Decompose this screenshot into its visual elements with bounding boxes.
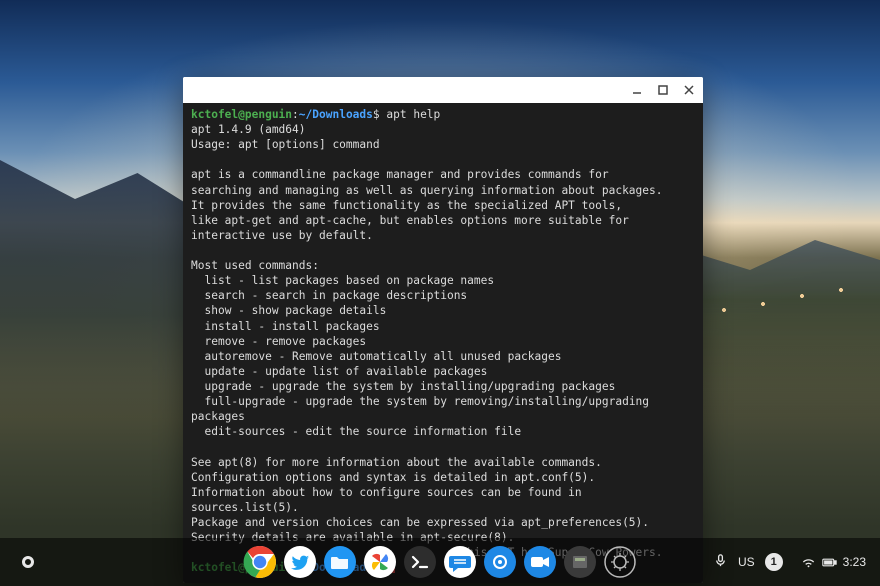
tray-clock: 3:23 xyxy=(843,555,866,569)
window-maximize-button[interactable] xyxy=(655,82,671,98)
desktop-wallpaper: kctofel@penguin:~/Downloads$ apt help ap… xyxy=(0,0,880,586)
prompt-separator: : xyxy=(292,108,299,121)
terminal-output: apt 1.4.9 (amd64) Usage: apt [options] c… xyxy=(191,123,663,559)
video-icon xyxy=(522,544,558,580)
shelf: US 1 3:23 xyxy=(0,538,880,586)
app-photos[interactable] xyxy=(362,544,398,580)
system-tray: US 1 3:23 xyxy=(713,551,874,574)
app-outline[interactable] xyxy=(602,544,638,580)
twitter-icon xyxy=(282,544,318,580)
notification-count: 1 xyxy=(771,556,777,568)
app-terminal[interactable] xyxy=(402,544,438,580)
window-titlebar[interactable] xyxy=(183,77,703,103)
app-twitter[interactable] xyxy=(282,544,318,580)
shelf-app-row xyxy=(242,544,638,580)
prompt-symbol: $ xyxy=(373,108,380,121)
app-explore[interactable] xyxy=(482,544,518,580)
tray-mic-icon[interactable] xyxy=(713,553,728,571)
photos-icon xyxy=(362,544,398,580)
files-icon xyxy=(322,544,358,580)
prompt-path: ~/Downloads xyxy=(299,108,373,121)
terminal-command: apt help xyxy=(386,108,440,121)
chrome-icon xyxy=(242,544,278,580)
window-minimize-button[interactable] xyxy=(629,82,645,98)
launcher-button[interactable] xyxy=(10,544,46,580)
terminal-icon xyxy=(402,544,438,580)
app-files[interactable] xyxy=(322,544,358,580)
terminal-window: kctofel@penguin:~/Downloads$ apt help ap… xyxy=(183,77,703,583)
tray-ime[interactable]: US xyxy=(738,555,755,569)
app-generic-dark[interactable] xyxy=(562,544,598,580)
app-duo[interactable] xyxy=(522,544,558,580)
wifi-icon xyxy=(801,555,816,570)
tray-status-pill[interactable]: 3:23 xyxy=(793,551,874,574)
battery-icon xyxy=(822,555,837,570)
outline-icon xyxy=(602,544,638,580)
messages-icon xyxy=(442,544,478,580)
app-chrome[interactable] xyxy=(242,544,278,580)
terminal-body[interactable]: kctofel@penguin:~/Downloads$ apt help ap… xyxy=(183,103,703,583)
window-close-button[interactable] xyxy=(681,82,697,98)
dark-app-icon xyxy=(562,544,598,580)
circle-app-icon xyxy=(482,544,518,580)
tray-notification-badge[interactable]: 1 xyxy=(765,553,783,571)
prompt-user-host: kctofel@penguin xyxy=(191,108,292,121)
app-messages[interactable] xyxy=(442,544,478,580)
launcher-icon xyxy=(22,556,34,568)
